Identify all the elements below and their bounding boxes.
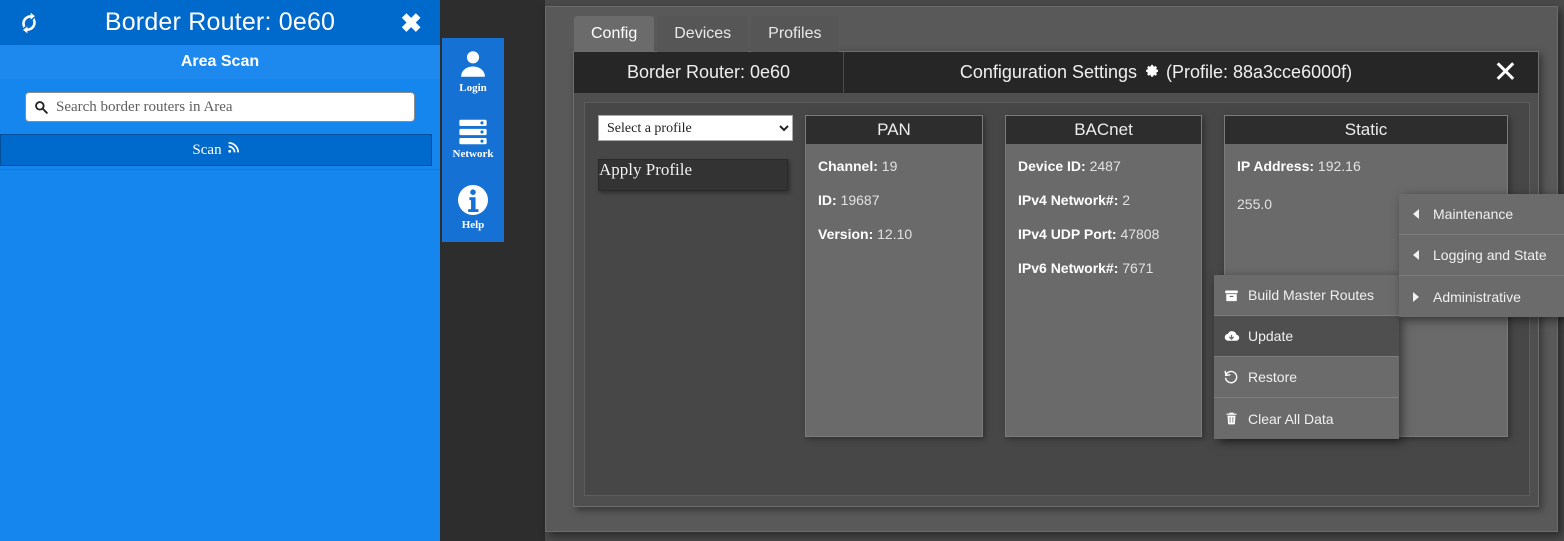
card-row: IPv4 UDP Port: 47808 bbox=[1018, 226, 1189, 242]
nav-strip: Login Network Help bbox=[440, 0, 545, 541]
profile-column: Select a profile Apply Profile bbox=[598, 115, 803, 191]
left-panel-title: Border Router: 0e60 bbox=[104, 8, 336, 36]
card-row: Device ID: 2487 bbox=[1018, 158, 1189, 174]
tab-bar: Config Devices Profiles bbox=[574, 16, 839, 52]
menu-item-update[interactable]: Update bbox=[1214, 316, 1399, 357]
sidebar-item-help-label: Help bbox=[461, 218, 485, 231]
card-bacnet: BACnet Device ID: 2487 IPv4 Network#: 2 … bbox=[1005, 115, 1202, 437]
gear-icon[interactable] bbox=[1143, 62, 1160, 84]
row-value: 7671 bbox=[1122, 260, 1154, 276]
area-scan-header: Area Scan bbox=[0, 45, 440, 80]
menu-item-build-master-routes[interactable]: Build Master Routes bbox=[1214, 275, 1399, 316]
sidebar-item-network-label: Network bbox=[452, 147, 494, 160]
row-value: 19687 bbox=[840, 192, 880, 208]
archive-icon bbox=[1214, 288, 1248, 303]
row-key: Device ID: bbox=[1018, 158, 1086, 174]
border-router-panel: Border Router: 0e60 ✖ Area Scan Scan bbox=[0, 0, 440, 541]
sidebar-item-help[interactable]: Help bbox=[442, 174, 504, 242]
panel-header-config-title: Configuration Settings (Profile: 88a3cce… bbox=[844, 52, 1538, 93]
row-key: IPv6 Network#: bbox=[1018, 260, 1119, 276]
menu-item-logging-and-state[interactable]: Logging and State bbox=[1399, 235, 1564, 276]
card-row: Version: 12.10 bbox=[818, 226, 970, 242]
search-wrapper bbox=[25, 92, 415, 122]
row-key: ID: bbox=[818, 192, 837, 208]
server-icon bbox=[456, 117, 490, 147]
chevron-left-icon bbox=[1399, 209, 1433, 219]
row-key: Version: bbox=[818, 226, 874, 242]
row-value: 12.10 bbox=[877, 226, 913, 242]
close-icon[interactable]: ✖ bbox=[400, 10, 422, 36]
info-icon bbox=[455, 182, 491, 218]
maintenance-menu: Maintenance Logging and State Administra… bbox=[1399, 194, 1564, 317]
card-pan-body: Channel: 19 ID: 19687 Version: 12.10 bbox=[806, 144, 982, 274]
row-key: Channel: bbox=[818, 158, 878, 174]
main-window: Config Devices Profiles Border Router: 0… bbox=[545, 6, 1564, 532]
row-value: 2487 bbox=[1089, 158, 1121, 174]
menu-item-label: Maintenance bbox=[1433, 206, 1514, 222]
chevron-left-icon bbox=[1399, 250, 1433, 260]
apply-profile-button[interactable]: Apply Profile bbox=[598, 159, 788, 191]
row-value: 255.0 bbox=[1237, 196, 1273, 212]
menu-item-label: Logging and State bbox=[1433, 247, 1547, 263]
cloud-download-icon bbox=[1214, 328, 1248, 345]
config-settings-label: Configuration Settings bbox=[959, 62, 1137, 82]
restore-icon bbox=[1214, 369, 1248, 385]
tab-devices[interactable]: Devices bbox=[657, 16, 749, 52]
trash-icon bbox=[1214, 411, 1248, 426]
menu-item-label: Administrative bbox=[1433, 288, 1521, 305]
card-row: ID: 19687 bbox=[818, 192, 970, 208]
card-pan-title: PAN bbox=[806, 116, 982, 144]
card-row: IP Address: 192.16 bbox=[1237, 158, 1495, 174]
tab-profiles[interactable]: Profiles bbox=[751, 16, 839, 52]
card-row: Channel: 19 bbox=[818, 158, 970, 174]
card-bacnet-title: BACnet bbox=[1006, 116, 1201, 144]
menu-item-label: Clear All Data bbox=[1248, 410, 1334, 427]
scan-button-label: Scan bbox=[192, 141, 222, 158]
administrative-menu: Build Master Routes Update Restore Clear… bbox=[1214, 275, 1399, 439]
menu-item-administrative[interactable]: Administrative bbox=[1399, 276, 1564, 317]
close-icon[interactable]: ✕ bbox=[1493, 57, 1518, 88]
sidebar-item-login[interactable]: Login bbox=[442, 38, 504, 106]
row-value: 47808 bbox=[1120, 226, 1160, 242]
user-icon bbox=[456, 47, 490, 81]
panel-header: Border Router: 0e60 Configuration Settin… bbox=[574, 52, 1538, 93]
menu-item-restore[interactable]: Restore bbox=[1214, 357, 1399, 398]
menu-item-maintenance[interactable]: Maintenance bbox=[1399, 194, 1564, 235]
signal-icon bbox=[227, 141, 240, 159]
card-bacnet-body: Device ID: 2487 IPv4 Network#: 2 IPv4 UD… bbox=[1006, 144, 1201, 308]
refresh-icon[interactable] bbox=[14, 8, 44, 38]
config-panel: Border Router: 0e60 Configuration Settin… bbox=[573, 51, 1564, 507]
row-value: 2 bbox=[1122, 192, 1131, 208]
search-input[interactable] bbox=[25, 92, 415, 122]
tab-config[interactable]: Config bbox=[574, 16, 655, 52]
row-value: 19 bbox=[881, 158, 898, 174]
menu-item-label: Restore bbox=[1248, 369, 1298, 385]
panel-header-profile: (Profile: 88a3cce6000f) bbox=[1166, 62, 1353, 82]
card-static-title: Static bbox=[1225, 116, 1507, 144]
row-value: 192.16 bbox=[1317, 158, 1361, 174]
row-key: IPv4 Network#: bbox=[1018, 192, 1119, 208]
panel-header-router-title: Border Router: 0e60 bbox=[574, 52, 844, 93]
menu-item-clear-all-data[interactable]: Clear All Data bbox=[1214, 398, 1399, 439]
card-row: IPv6 Network#: 7671 bbox=[1018, 260, 1189, 276]
menu-item-label: Build Master Routes bbox=[1248, 287, 1375, 303]
menu-item-label: Update bbox=[1248, 328, 1294, 344]
panel-body: Select a profile Apply Profile PAN Chann… bbox=[584, 102, 1564, 496]
scan-button[interactable]: Scan bbox=[0, 134, 432, 166]
sidebar-item-login-label: Login bbox=[459, 81, 487, 94]
sidebar-item-network[interactable]: Network bbox=[442, 106, 504, 174]
chevron-right-icon bbox=[1399, 291, 1433, 302]
profile-select[interactable]: Select a profile bbox=[598, 115, 793, 141]
left-panel-titlebar: Border Router: 0e60 ✖ bbox=[0, 0, 440, 45]
row-key: IP Address: bbox=[1237, 158, 1315, 174]
row-key: IPv4 UDP Port: bbox=[1018, 226, 1117, 242]
card-row: IPv4 Network#: 2 bbox=[1018, 192, 1189, 208]
card-pan: PAN Channel: 19 ID: 19687 Version: 12.10 bbox=[805, 115, 983, 437]
left-panel-body: Scan bbox=[0, 80, 440, 166]
border-router-results-list bbox=[0, 169, 440, 541]
